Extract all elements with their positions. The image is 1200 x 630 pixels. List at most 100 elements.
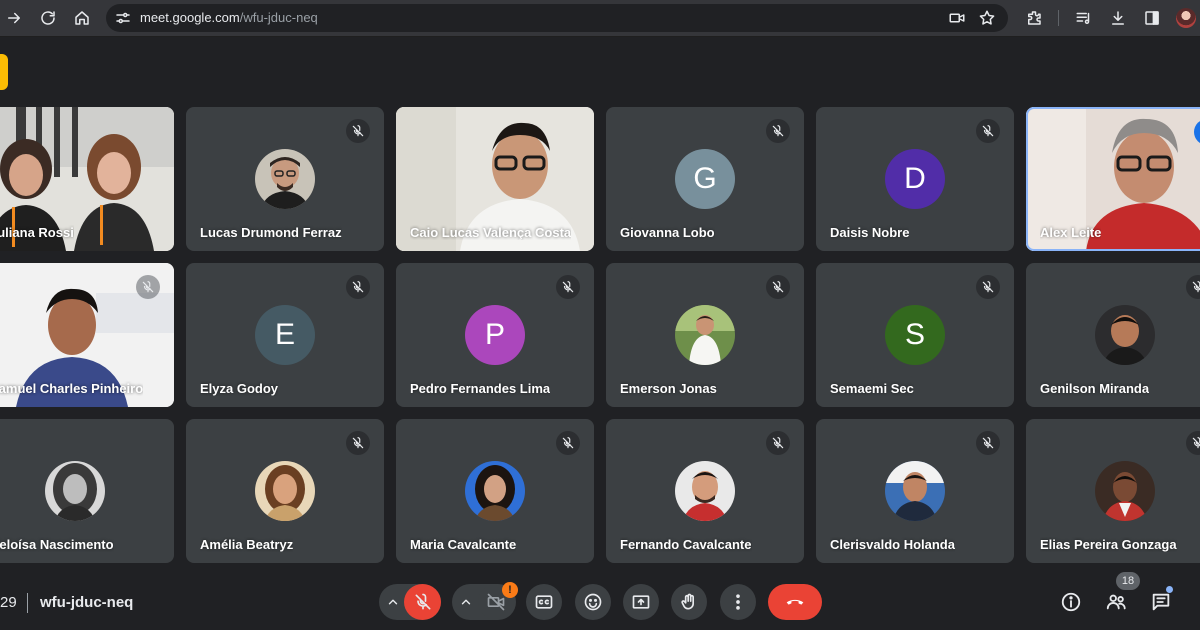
present-icon [632, 595, 650, 609]
media-controls-button[interactable] [1070, 4, 1098, 32]
queue-music-icon [1076, 12, 1090, 24]
audio-options-button[interactable] [379, 584, 407, 620]
participant-tile[interactable]: Emerson Jonas [606, 263, 804, 407]
side-panel-icon [1145, 11, 1159, 25]
participant-name: Giovanna Lobo [620, 225, 715, 240]
chat-unread-dot [1166, 586, 1173, 593]
participant-avatar [465, 461, 525, 521]
present-screen-button[interactable] [623, 584, 659, 620]
participant-tile[interactable]: Amélia Beatryz [186, 419, 384, 563]
participant-name: Fernando Cavalcante [620, 537, 752, 552]
chevron-up-icon [461, 599, 471, 605]
home-icon [75, 11, 89, 25]
people-button[interactable] [1102, 588, 1130, 616]
participant-tile[interactable]: Caio Lucas Valença Costa [396, 107, 594, 251]
mic-off-icon [766, 275, 790, 299]
divider [27, 593, 28, 613]
participant-tile[interactable]: Clerisvaldo Holanda [816, 419, 1014, 563]
participant-tile[interactable]: P Pedro Fernandes Lima [396, 263, 594, 407]
participant-avatar [255, 149, 315, 209]
reload-button[interactable] [34, 4, 62, 32]
site-info-icon[interactable] [114, 9, 132, 27]
participant-tile[interactable]: E Elyza Godoy [186, 263, 384, 407]
raise-hand-button[interactable] [671, 584, 707, 620]
meeting-code: wfu-jduc-neq [40, 594, 134, 611]
mic-off-icon [346, 431, 370, 455]
participant-tile[interactable]: Lucas Drumond Ferraz [186, 107, 384, 251]
mic-off-icon [766, 119, 790, 143]
participant-tile[interactable]: Samuel Charles Pinheiro [0, 263, 174, 407]
url-host: meet.google.com [140, 10, 240, 25]
participant-avatar [255, 461, 315, 521]
captions-button[interactable] [526, 584, 562, 620]
mic-off-icon [136, 275, 160, 299]
participant-tile[interactable]: Genilson Miranda [1026, 263, 1200, 407]
participant-tile[interactable]: Maria Cavalcante [396, 419, 594, 563]
participant-tile[interactable]: S Semaemi Sec [816, 263, 1014, 407]
people-icon [1106, 594, 1126, 610]
mic-off-icon [976, 275, 1000, 299]
participant-name: Heloísa Nascimento [0, 537, 114, 552]
participant-letter-avatar: G [675, 149, 735, 209]
participant-tile[interactable]: Elias Pereira Gonzaga [1026, 419, 1200, 563]
home-button[interactable] [68, 4, 96, 32]
participant-tile-active[interactable]: Alex Leite [1026, 107, 1200, 251]
participant-name: Daisis Nobre [830, 225, 910, 240]
video-options-button[interactable] [452, 584, 480, 620]
more-options-button[interactable] [720, 584, 756, 620]
puzzle-icon [1028, 11, 1041, 25]
reload-icon [41, 11, 55, 25]
participant-name: Maria Cavalcante [410, 537, 517, 552]
url-path: /wfu-jduc-neq [239, 10, 318, 25]
url-text[interactable]: meet.google.com/wfu-jduc-neq [140, 10, 318, 25]
participant-avatar [675, 305, 735, 365]
mic-off-icon [976, 119, 1000, 143]
participant-name: Alex Leite [1040, 225, 1102, 240]
participant-tile[interactable]: D Daisis Nobre [816, 107, 1014, 251]
reactions-button[interactable] [575, 584, 611, 620]
mic-off-icon [556, 275, 580, 299]
participant-letter-avatar: E [255, 305, 315, 365]
participant-name: Pedro Fernandes Lima [410, 381, 551, 396]
participant-tile[interactable]: Fernando Cavalcante [606, 419, 804, 563]
emoji-icon [584, 593, 602, 611]
address-bar[interactable]: meet.google.com/wfu-jduc-neq [106, 4, 1008, 32]
side-panel-button[interactable] [1138, 4, 1166, 32]
participant-name: Semaemi Sec [830, 381, 914, 396]
chat-icon [1152, 593, 1170, 611]
mic-off-icon [346, 119, 370, 143]
participant-tile[interactable]: Juliana Rossi [0, 107, 174, 251]
forward-button[interactable] [0, 4, 28, 32]
mic-off-icon [346, 275, 370, 299]
browser-toolbar: meet.google.com/wfu-jduc-neq [0, 0, 1200, 37]
info-icon [1061, 592, 1081, 612]
profile-avatar[interactable] [1176, 8, 1196, 28]
leave-call-button[interactable] [768, 584, 822, 620]
participant-name: Elyza Godoy [200, 381, 279, 396]
participant-tile[interactable]: Heloísa Nascimento [0, 419, 174, 563]
participant-tile[interactable]: G Giovanna Lobo [606, 107, 804, 251]
download-icon [1112, 11, 1124, 25]
participant-name: Juliana Rossi [0, 225, 74, 240]
meeting-info-tag[interactable] [0, 54, 8, 90]
participant-avatar [1095, 461, 1155, 521]
bookmark-star-icon[interactable] [978, 9, 996, 27]
downloads-button[interactable] [1104, 4, 1132, 32]
participant-avatar [675, 461, 735, 521]
participant-name: Elias Pereira Gonzaga [1040, 537, 1177, 552]
participants-count-badge: 18 [1116, 572, 1140, 590]
mic-off-icon [766, 431, 790, 455]
chevron-up-icon [388, 599, 398, 605]
camera-in-use-icon[interactable] [948, 9, 966, 27]
extensions-button[interactable] [1020, 4, 1048, 32]
more-vert-icon [736, 594, 740, 610]
mic-toggle-button[interactable] [404, 584, 441, 620]
participant-name: Amélia Beatryz [200, 537, 294, 552]
mic-off-icon [976, 431, 1000, 455]
meeting-details-button[interactable] [1057, 588, 1085, 616]
mic-off-icon [556, 431, 580, 455]
meeting-clock: 29 [0, 594, 17, 611]
participant-name: Caio Lucas Valença Costa [410, 225, 572, 240]
participant-name: Samuel Charles Pinheiro [0, 381, 144, 396]
closed-captions-icon [535, 595, 553, 609]
